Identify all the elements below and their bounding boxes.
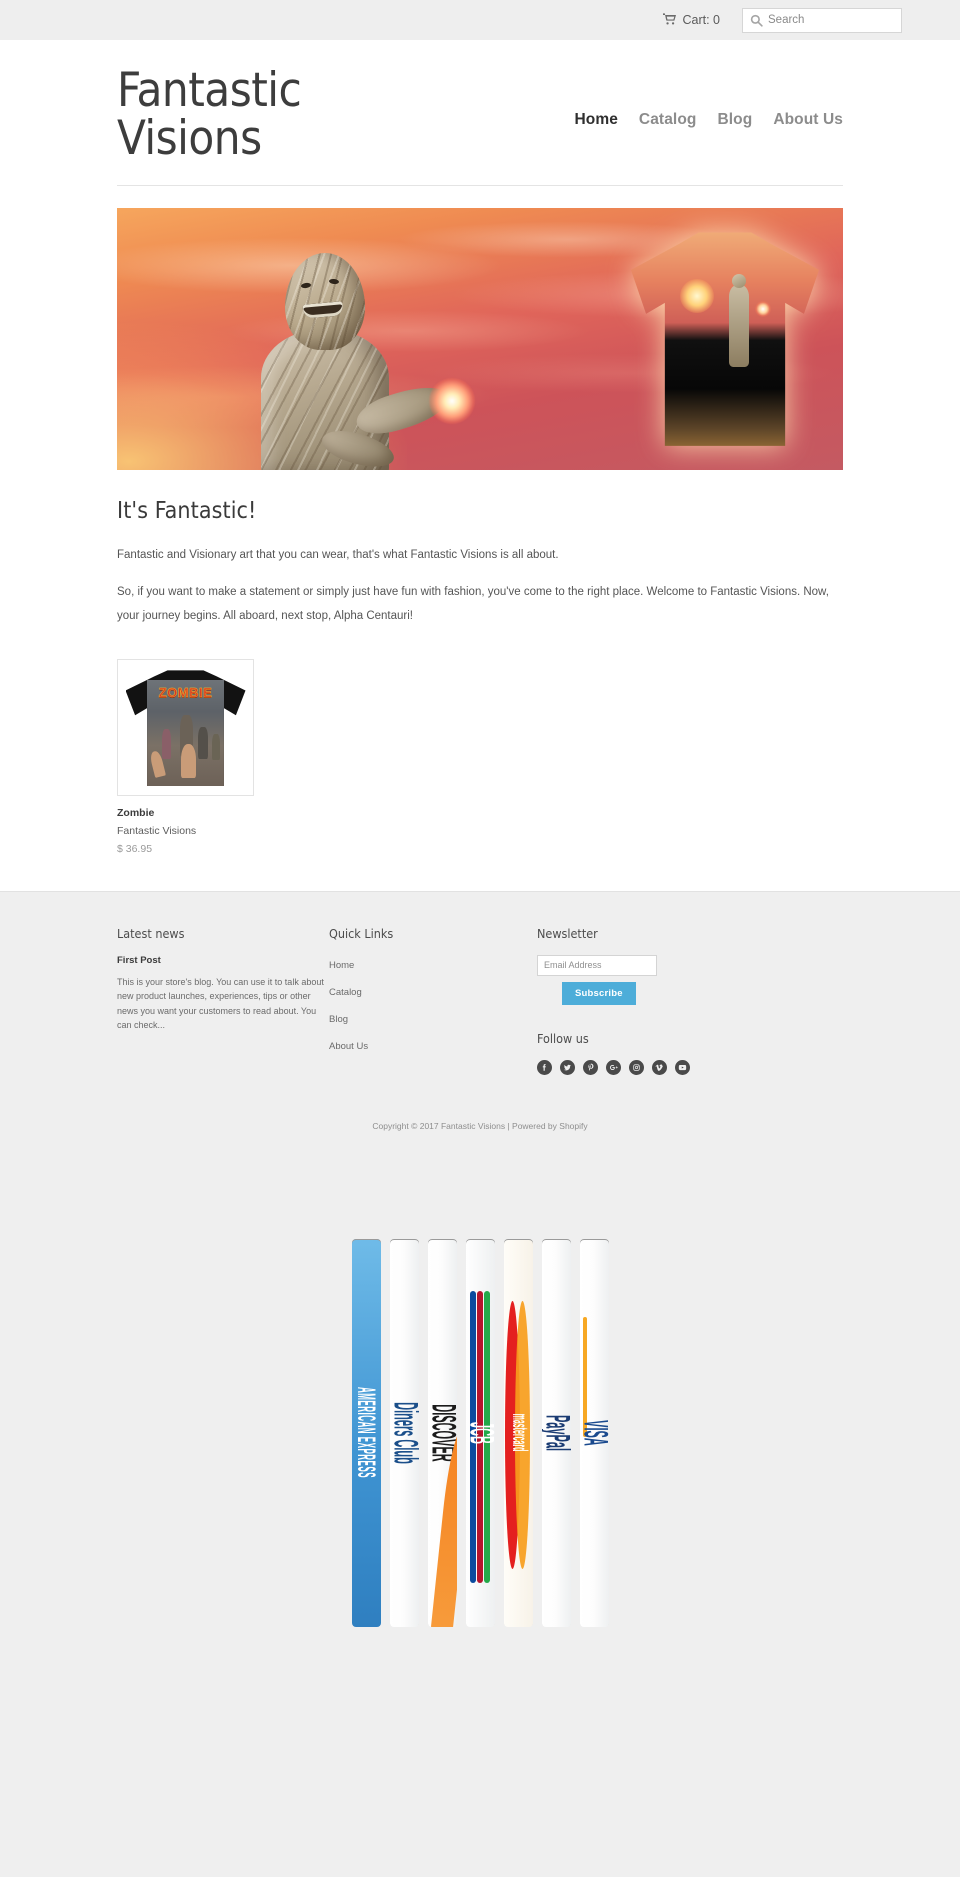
latest-news-post-title[interactable]: First Post — [117, 955, 329, 966]
hero-mummy-figure — [213, 218, 475, 470]
search-box[interactable] — [742, 7, 902, 33]
hero-glowing-orb — [429, 377, 475, 424]
search-input[interactable] — [763, 8, 894, 32]
subscribe-button[interactable]: Subscribe — [562, 981, 636, 1005]
footer-quick-links: Quick Links Home Catalog Blog About Us — [329, 926, 537, 1075]
quick-links-heading: Quick Links — [329, 925, 394, 941]
follow-us-heading: Follow us — [537, 1030, 589, 1046]
site-header: Fantastic Visions Home Catalog Blog Abou… — [117, 40, 843, 186]
footer-container: Latest news First Post This is your stor… — [117, 926, 843, 1131]
copyright-text: Copyright © 2017 Fantastic Visions | Pow… — [372, 1120, 588, 1131]
footer-newsletter: Newsletter Subscribe Follow us — [537, 926, 767, 1075]
latest-news-heading: Latest news — [117, 925, 185, 941]
intro-paragraph-2: So, if you want to make a statement or s… — [117, 586, 829, 622]
google-plus-icon[interactable] — [606, 1059, 621, 1075]
payment-icon-visa: VISA — [579, 1238, 609, 1627]
product-graphic-text: ZOMBIE — [158, 685, 213, 701]
hero-tshirt-mockup — [631, 226, 819, 446]
main-navigation: Home Catalog Blog About Us — [574, 101, 843, 129]
payment-icon-mastercard: mastercard — [503, 1238, 533, 1627]
footer-link-blog[interactable]: Blog — [329, 1014, 348, 1025]
logo-line-1: Fantastic — [117, 63, 302, 118]
footer-link-catalog[interactable]: Catalog — [329, 987, 362, 998]
payment-icon-jcb: JCB — [465, 1238, 495, 1627]
product-price: $ 36.95 — [117, 842, 153, 855]
search-icon — [750, 14, 763, 27]
footer-link-home[interactable]: Home — [329, 960, 354, 971]
utility-bar: Cart: 0 — [0, 0, 960, 40]
product-name: Zombie — [117, 806, 155, 819]
newsletter-email-input[interactable] — [537, 954, 657, 976]
product-card-zombie[interactable]: ZOMBIE Zombie Fantastic Visions $ 36.95 — [117, 658, 254, 855]
latest-news-excerpt: This is your store's blog. You can use i… — [117, 976, 324, 1031]
cart-label: Cart: 0 — [682, 13, 720, 27]
footer-latest-news: Latest news First Post This is your stor… — [117, 926, 329, 1075]
page-root: Cart: 0 Fantastic Visions Home Catalog B… — [0, 0, 960, 1877]
hero-banner[interactable] — [117, 207, 843, 470]
intro-paragraph-1: Fantastic and Visionary art that you can… — [117, 548, 559, 561]
cart-link[interactable]: Cart: 0 — [663, 13, 720, 27]
twitter-icon[interactable] — [560, 1059, 575, 1075]
payment-methods: AMERICAN EXPRESS Diners Club DISCOVER JC… — [0, 1130, 960, 1877]
quick-links-list: Home Catalog Blog About Us — [329, 955, 537, 1054]
nav-item-blog[interactable]: Blog — [717, 111, 752, 129]
payment-icon-diners-club: Diners Club — [389, 1238, 419, 1627]
site-footer: Latest news First Post This is your stor… — [0, 890, 960, 1877]
product-vendor: Fantastic Visions — [117, 824, 197, 837]
logo-line-2: Visions — [117, 110, 262, 166]
site-logo[interactable]: Fantastic Visions — [117, 67, 302, 166]
shopping-cart-icon — [663, 13, 677, 27]
vimeo-icon[interactable] — [652, 1059, 667, 1075]
youtube-icon[interactable] — [675, 1059, 690, 1075]
newsletter-heading: Newsletter — [537, 925, 598, 941]
product-grid: ZOMBIE Zombie Fantastic Visions $ 36.95 — [117, 658, 843, 855]
facebook-icon[interactable] — [537, 1059, 552, 1075]
nav-item-about-us[interactable]: About Us — [773, 111, 843, 129]
social-links — [537, 1059, 767, 1075]
payment-icon-amex: AMERICAN EXPRESS — [351, 1238, 381, 1627]
pinterest-icon[interactable] — [583, 1059, 598, 1075]
nav-item-catalog[interactable]: Catalog — [639, 111, 697, 129]
header-container: Fantastic Visions Home Catalog Blog Abou… — [117, 40, 843, 855]
page-title: It's Fantastic! — [117, 497, 257, 524]
product-thumbnail[interactable]: ZOMBIE — [117, 658, 254, 796]
instagram-icon[interactable] — [629, 1059, 644, 1075]
payment-icon-paypal: PayPal — [541, 1238, 571, 1627]
payment-icon-discover: DISCOVER — [427, 1238, 457, 1627]
footer-link-about-us[interactable]: About Us — [329, 1041, 368, 1052]
nav-item-home[interactable]: Home — [574, 111, 617, 129]
